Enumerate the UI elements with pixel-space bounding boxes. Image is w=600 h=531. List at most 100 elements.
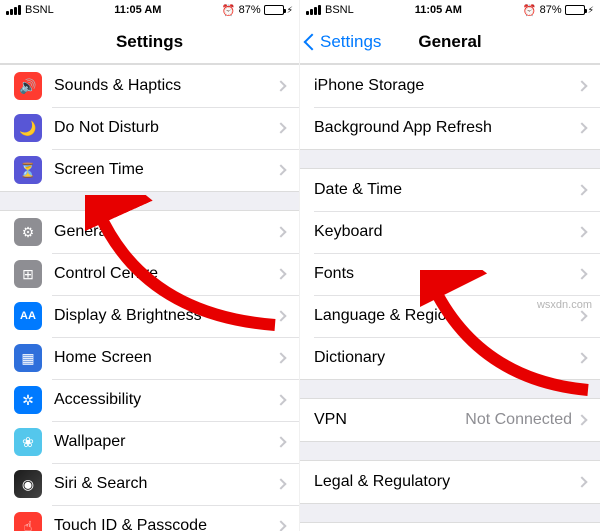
page-title: General xyxy=(418,32,481,52)
chevron-right-icon xyxy=(275,352,286,363)
row-screen-time[interactable]: ⏳ Screen Time xyxy=(0,149,299,191)
row-accessibility[interactable]: ✲ Accessibility xyxy=(0,379,299,421)
row-sounds-haptics[interactable]: 🔊 Sounds & Haptics xyxy=(0,65,299,107)
row-label: Wallpaper xyxy=(54,433,277,451)
touch-id-icon: ☝︎ xyxy=(14,512,42,531)
row-label: Keyboard xyxy=(314,223,578,241)
display-icon: AA xyxy=(14,302,42,330)
carrier-label: BSNL xyxy=(325,4,354,16)
page-title: Settings xyxy=(116,32,183,52)
siri-icon: ◉ xyxy=(14,470,42,498)
group-system: Date & Time Keyboard Fonts Language & Re… xyxy=(300,168,600,380)
battery-pct: 87% xyxy=(540,4,562,16)
row-label: Screen Time xyxy=(54,161,277,179)
alarm-icon: ⏰ xyxy=(222,4,236,17)
charging-icon: ⚡︎ xyxy=(287,5,293,16)
back-button[interactable]: Settings xyxy=(306,20,381,63)
row-label: iPhone Storage xyxy=(314,77,578,95)
general-screen: BSNL 11:05 AM ⏰ 87% ⚡︎ Settings General … xyxy=(300,0,600,531)
row-background-app-refresh[interactable]: Background App Refresh xyxy=(300,107,600,149)
chevron-right-icon xyxy=(576,80,587,91)
home-screen-icon: ▦ xyxy=(14,344,42,372)
row-label: Accessibility xyxy=(54,391,277,409)
group-notifications: 🔊 Sounds & Haptics 🌙 Do Not Disturb ⏳ Sc… xyxy=(0,64,299,192)
chevron-right-icon xyxy=(275,80,286,91)
sounds-icon: 🔊 xyxy=(14,72,42,100)
chevron-right-icon xyxy=(275,310,286,321)
chevron-right-icon xyxy=(576,352,587,363)
chevron-right-icon xyxy=(275,226,286,237)
chevron-right-icon xyxy=(576,226,587,237)
row-date-time[interactable]: Date & Time xyxy=(300,169,600,211)
row-wallpaper[interactable]: ❀ Wallpaper xyxy=(0,421,299,463)
battery-icon xyxy=(264,5,284,15)
row-iphone-storage[interactable]: iPhone Storage xyxy=(300,65,600,107)
status-bar: BSNL 11:05 AM ⏰ 87% ⚡︎ xyxy=(300,0,600,20)
battery-pct: 87% xyxy=(239,4,261,16)
row-do-not-disturb[interactable]: 🌙 Do Not Disturb xyxy=(0,107,299,149)
group-storage: iPhone Storage Background App Refresh xyxy=(300,64,600,150)
chevron-right-icon xyxy=(275,122,286,133)
gear-icon: ⚙︎ xyxy=(14,218,42,246)
row-siri-search[interactable]: ◉ Siri & Search xyxy=(0,463,299,505)
row-display-brightness[interactable]: AA Display & Brightness xyxy=(0,295,299,337)
chevron-right-icon xyxy=(275,394,286,405)
nav-bar: Settings General xyxy=(300,20,600,64)
row-home-screen[interactable]: ▦ Home Screen xyxy=(0,337,299,379)
row-label: General xyxy=(54,223,277,241)
row-label: Touch ID & Passcode xyxy=(54,517,277,531)
row-label: Dictionary xyxy=(314,349,578,367)
clock: 11:05 AM xyxy=(415,4,462,16)
charging-icon: ⚡︎ xyxy=(588,5,594,16)
chevron-right-icon xyxy=(275,520,286,531)
chevron-right-icon xyxy=(576,310,587,321)
row-general[interactable]: ⚙︎ General xyxy=(0,211,299,253)
signal-icon xyxy=(306,5,321,15)
row-label: Fonts xyxy=(314,265,578,283)
row-dictionary[interactable]: Dictionary xyxy=(300,337,600,379)
chevron-right-icon xyxy=(576,268,587,279)
row-keyboard[interactable]: Keyboard xyxy=(300,211,600,253)
clock: 11:05 AM xyxy=(114,4,161,16)
chevron-right-icon xyxy=(275,478,286,489)
control-centre-icon: ⊞ xyxy=(14,260,42,288)
general-list[interactable]: iPhone Storage Background App Refresh Da… xyxy=(300,64,600,531)
chevron-right-icon xyxy=(576,476,587,487)
settings-screen: BSNL 11:05 AM ⏰ 87% ⚡︎ Settings 🔊 Sounds… xyxy=(0,0,300,531)
row-legal-regulatory[interactable]: Legal & Regulatory xyxy=(300,461,600,503)
row-reset[interactable]: Reset xyxy=(300,523,600,531)
nav-bar: Settings xyxy=(0,20,299,64)
row-label: Date & Time xyxy=(314,181,578,199)
row-label: Home Screen xyxy=(54,349,277,367)
row-label: Siri & Search xyxy=(54,475,277,493)
chevron-right-icon xyxy=(275,268,286,279)
chevron-right-icon xyxy=(576,414,587,425)
row-label: Do Not Disturb xyxy=(54,119,277,137)
row-label: VPN xyxy=(314,411,465,429)
group-legal: Legal & Regulatory xyxy=(300,460,600,504)
chevron-right-icon xyxy=(275,436,286,447)
row-label: Display & Brightness xyxy=(54,307,277,325)
watermark: wsxdn.com xyxy=(537,299,592,311)
row-fonts[interactable]: Fonts xyxy=(300,253,600,295)
row-vpn[interactable]: VPN Not Connected xyxy=(300,399,600,441)
chevron-right-icon xyxy=(275,164,286,175)
accessibility-icon: ✲ xyxy=(14,386,42,414)
chevron-right-icon xyxy=(576,184,587,195)
carrier-label: BSNL xyxy=(25,4,54,16)
row-control-centre[interactable]: ⊞ Control Centre xyxy=(0,253,299,295)
chevron-right-icon xyxy=(576,122,587,133)
back-label: Settings xyxy=(320,32,381,52)
row-label: Background App Refresh xyxy=(314,119,578,137)
row-touch-id[interactable]: ☝︎ Touch ID & Passcode xyxy=(0,505,299,531)
group-vpn: VPN Not Connected xyxy=(300,398,600,442)
status-bar: BSNL 11:05 AM ⏰ 87% ⚡︎ xyxy=(0,0,299,20)
settings-list[interactable]: 🔊 Sounds & Haptics 🌙 Do Not Disturb ⏳ Sc… xyxy=(0,64,299,531)
row-label: Legal & Regulatory xyxy=(314,473,578,491)
chevron-left-icon xyxy=(304,33,321,50)
dnd-icon: 🌙 xyxy=(14,114,42,142)
group-device: ⚙︎ General ⊞ Control Centre AA Display &… xyxy=(0,210,299,531)
row-label: Sounds & Haptics xyxy=(54,77,277,95)
alarm-icon: ⏰ xyxy=(523,4,537,17)
screentime-icon: ⏳ xyxy=(14,156,42,184)
